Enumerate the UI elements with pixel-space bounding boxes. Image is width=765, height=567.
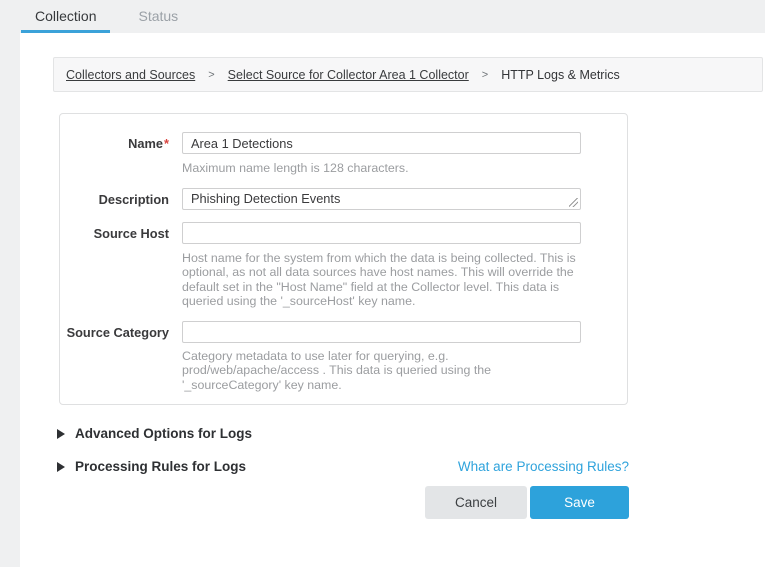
expand-triangle-icon bbox=[57, 429, 65, 439]
save-button[interactable]: Save bbox=[530, 486, 629, 519]
content-panel: Collectors and Sources > Select Source f… bbox=[20, 33, 765, 567]
name-input[interactable] bbox=[182, 132, 581, 154]
collapsible-sections: Advanced Options for Logs Processing Rul… bbox=[57, 426, 629, 519]
expand-triangle-icon bbox=[57, 462, 65, 472]
action-button-row: Cancel Save bbox=[57, 486, 629, 519]
section-advanced-options-for-logs[interactable]: Advanced Options for Logs bbox=[57, 426, 629, 441]
source-host-row: Source Host Host name for the system fro… bbox=[60, 222, 627, 309]
source-config-card: Name* Maximum name length is 128 charact… bbox=[59, 113, 628, 405]
section-label: Processing Rules for Logs bbox=[75, 459, 246, 474]
section-label: Advanced Options for Logs bbox=[75, 426, 252, 441]
source-host-label: Source Host bbox=[60, 222, 182, 309]
source-category-help-text: Category metadata to use later for query… bbox=[182, 349, 582, 393]
breadcrumb-separator: > bbox=[208, 69, 214, 81]
cancel-button[interactable]: Cancel bbox=[425, 486, 527, 519]
description-label: Description bbox=[60, 188, 182, 210]
required-asterisk: * bbox=[164, 136, 169, 151]
source-category-input[interactable] bbox=[182, 321, 581, 343]
name-help-text: Maximum name length is 128 characters. bbox=[182, 161, 582, 176]
source-category-row: Source Category Category metadata to use… bbox=[60, 321, 627, 393]
breadcrumb-collectors-and-sources[interactable]: Collectors and Sources bbox=[66, 68, 195, 82]
name-row: Name* Maximum name length is 128 charact… bbox=[60, 132, 627, 176]
breadcrumb: Collectors and Sources > Select Source f… bbox=[53, 57, 763, 92]
description-textarea[interactable]: Phishing Detection Events bbox=[182, 188, 581, 210]
source-host-input[interactable] bbox=[182, 222, 581, 244]
name-label-text: Name bbox=[128, 136, 163, 151]
source-host-help-text: Host name for the system from which the … bbox=[182, 251, 582, 309]
source-category-label: Source Category bbox=[60, 321, 182, 393]
resize-handle-icon[interactable] bbox=[569, 198, 578, 207]
breadcrumb-select-source[interactable]: Select Source for Collector Area 1 Colle… bbox=[228, 68, 469, 82]
breadcrumb-current-http-logs-metrics: HTTP Logs & Metrics bbox=[501, 68, 620, 82]
breadcrumb-separator: > bbox=[482, 69, 488, 81]
section-processing-rules-for-logs[interactable]: Processing Rules for Logs bbox=[57, 459, 246, 474]
description-row: Description Phishing Detection Events bbox=[60, 188, 627, 210]
tab-bar: Collection Status bbox=[0, 0, 765, 33]
tab-collection[interactable]: Collection bbox=[21, 2, 110, 33]
name-label: Name* bbox=[60, 132, 182, 176]
tab-status[interactable]: Status bbox=[124, 2, 192, 33]
what-are-processing-rules-link[interactable]: What are Processing Rules? bbox=[458, 459, 629, 474]
